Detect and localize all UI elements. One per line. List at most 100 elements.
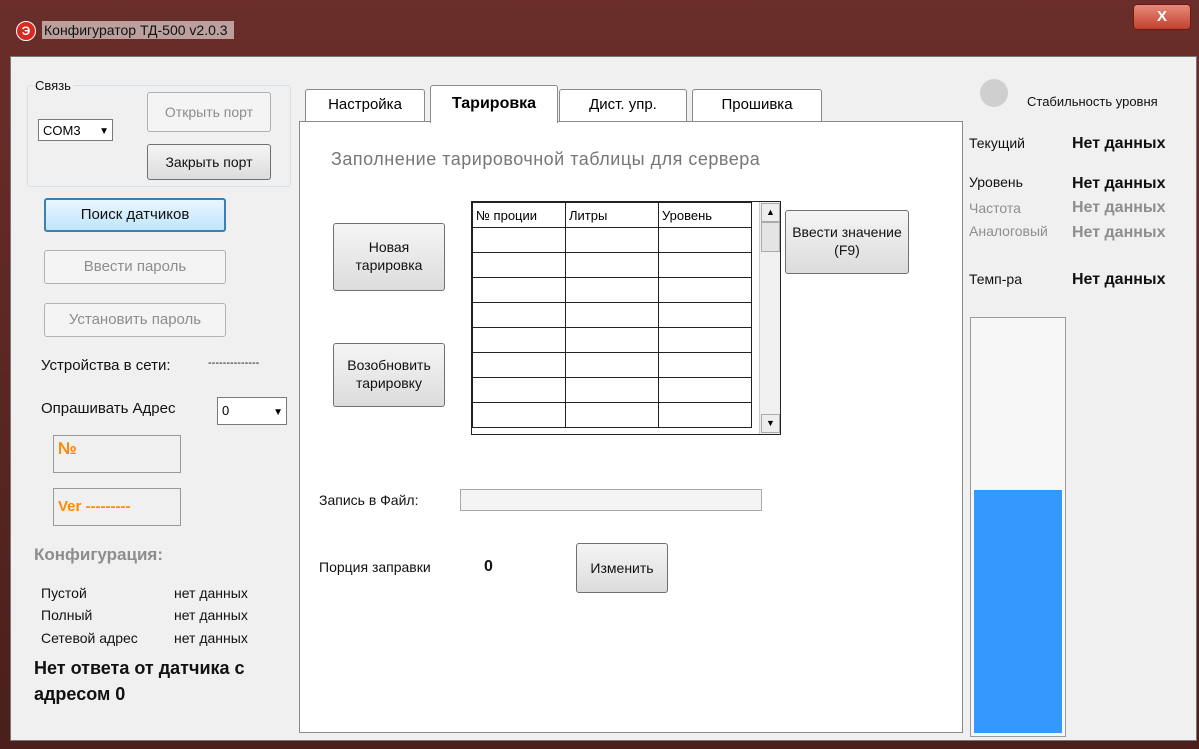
config-empty-value: нет данных [174,585,248,601]
table-cell[interactable] [472,327,566,353]
table-cell[interactable] [658,352,752,378]
chevron-down-icon: ▼ [273,407,283,418]
table-cell[interactable] [565,277,659,303]
column-header-portion[interactable]: № проции [472,202,566,228]
resume-calibration-button[interactable]: Возобновить тарировку [333,343,445,407]
sensor-number-field: № [53,435,181,473]
table-row[interactable] [472,277,752,303]
temperature-value: Нет данных [1072,271,1166,288]
table-row[interactable] [472,227,752,253]
column-header-level[interactable]: Уровень [658,202,752,228]
calibration-table[interactable]: № проции Литры Уровень ▲ ▼ [471,201,781,435]
table-row[interactable] [472,402,752,428]
table-cell[interactable] [565,302,659,328]
no-response-message: Нет ответа от датчика с адресом 0 [34,658,245,704]
table-scrollbar[interactable]: ▲ ▼ [759,202,780,434]
column-header-liters[interactable]: Литры [565,202,659,228]
temperature-label: Темп-ра [969,271,1022,287]
enter-value-button[interactable]: Ввести значение (F9) [785,210,909,274]
frequency-label: Частота [969,200,1021,216]
poll-address-value: 0 [222,403,230,418]
calibration-table-body: № проции Литры Уровень [472,202,752,428]
app-logo-icon: Э [16,21,36,41]
table-cell[interactable] [658,377,752,403]
close-button[interactable]: X [1133,4,1191,30]
table-cell[interactable] [565,402,659,428]
config-empty-label: Пустой [41,585,87,601]
table-cell[interactable] [658,277,752,303]
level-label: Уровень [969,174,1023,190]
connection-group-label: Связь [33,78,73,93]
table-cell[interactable] [472,302,566,328]
scroll-thumb[interactable] [761,222,780,252]
search-sensors-button[interactable]: Поиск датчиков [44,198,226,232]
refuel-portion-label: Порция заправки [319,559,431,575]
port-select[interactable]: COM3 ▼ [38,119,113,141]
table-cell[interactable] [565,377,659,403]
table-cell[interactable] [472,227,566,253]
write-file-label: Запись в Файл: [319,492,419,508]
write-file-input[interactable] [460,489,762,511]
table-cell[interactable] [565,227,659,253]
table-row[interactable] [472,327,752,353]
devices-in-network-label: Устройства в сети: [41,357,171,374]
current-value: Нет данных [1072,135,1166,152]
table-row[interactable] [472,352,752,378]
table-cell[interactable] [565,327,659,353]
tab-remote-control[interactable]: Дист. упр. [559,89,687,121]
title-bar: Э Конфигуратор ТД-500 v2.0.3 X [0,0,1199,56]
current-label: Текущий [969,135,1025,151]
new-calibration-button[interactable]: Новая тарировка [333,223,445,291]
level-gauge [970,317,1066,737]
table-cell[interactable] [565,252,659,278]
stability-label: Стабильность уровня [1027,94,1158,109]
stability-indicator-icon [980,79,1008,107]
enter-password-button[interactable]: Ввести пароль [44,250,226,284]
table-cell[interactable] [472,377,566,403]
firmware-version-field: Ver --------- [53,488,181,526]
config-address-label: Сетевой адрес [41,630,138,646]
tab-firmware[interactable]: Прошивка [692,89,822,121]
calibration-heading: Заполнение тарировочной таблицы для серв… [331,149,761,169]
table-cell[interactable] [658,327,752,353]
table-row[interactable] [472,377,752,403]
table-cell[interactable] [472,252,566,278]
set-password-button[interactable]: Установить пароль [44,303,226,337]
config-address-value: нет данных [174,630,248,646]
table-cell[interactable] [658,302,752,328]
table-cell[interactable] [472,277,566,303]
port-select-value: COM3 [43,123,81,138]
close-port-button[interactable]: Закрыть порт [147,144,271,180]
level-value: Нет данных [1072,175,1166,192]
table-row[interactable] [472,252,752,278]
scroll-down-icon[interactable]: ▼ [761,414,780,433]
analog-value: Нет данных [1072,224,1166,241]
tab-settings[interactable]: Настройка [305,89,425,121]
devices-in-network-value: -------------- [208,357,260,369]
table-cell[interactable] [565,352,659,378]
poll-address-label: Опрашивать Адрес [41,400,176,417]
level-gauge-fill [974,490,1062,733]
client-area: Связь COM3 ▼ Открыть порт Закрыть порт П… [10,56,1197,741]
table-header-row: № проции Литры Уровень [472,202,752,228]
refuel-portion-value: 0 [484,558,493,575]
table-row[interactable] [472,302,752,328]
scroll-up-icon[interactable]: ▲ [761,203,780,222]
config-full-label: Полный [41,607,93,623]
table-cell[interactable] [658,402,752,428]
analog-label: Аналоговый [969,223,1048,239]
open-port-button[interactable]: Открыть порт [147,92,271,132]
app-window: Э Конфигуратор ТД-500 v2.0.3 X Связь COM… [0,0,1199,749]
table-cell[interactable] [658,252,752,278]
chevron-down-icon: ▼ [99,126,109,137]
poll-address-select[interactable]: 0 ▼ [217,397,287,425]
table-cell[interactable] [472,402,566,428]
configuration-title: Конфигурация: [34,545,163,564]
table-cell[interactable] [658,227,752,253]
frequency-value: Нет данных [1072,199,1166,216]
tab-calibration[interactable]: Тарировка [430,85,558,123]
window-title: Конфигуратор ТД-500 v2.0.3 [42,21,234,39]
config-full-value: нет данных [174,607,248,623]
change-portion-button[interactable]: Изменить [576,543,668,593]
table-cell[interactable] [472,352,566,378]
